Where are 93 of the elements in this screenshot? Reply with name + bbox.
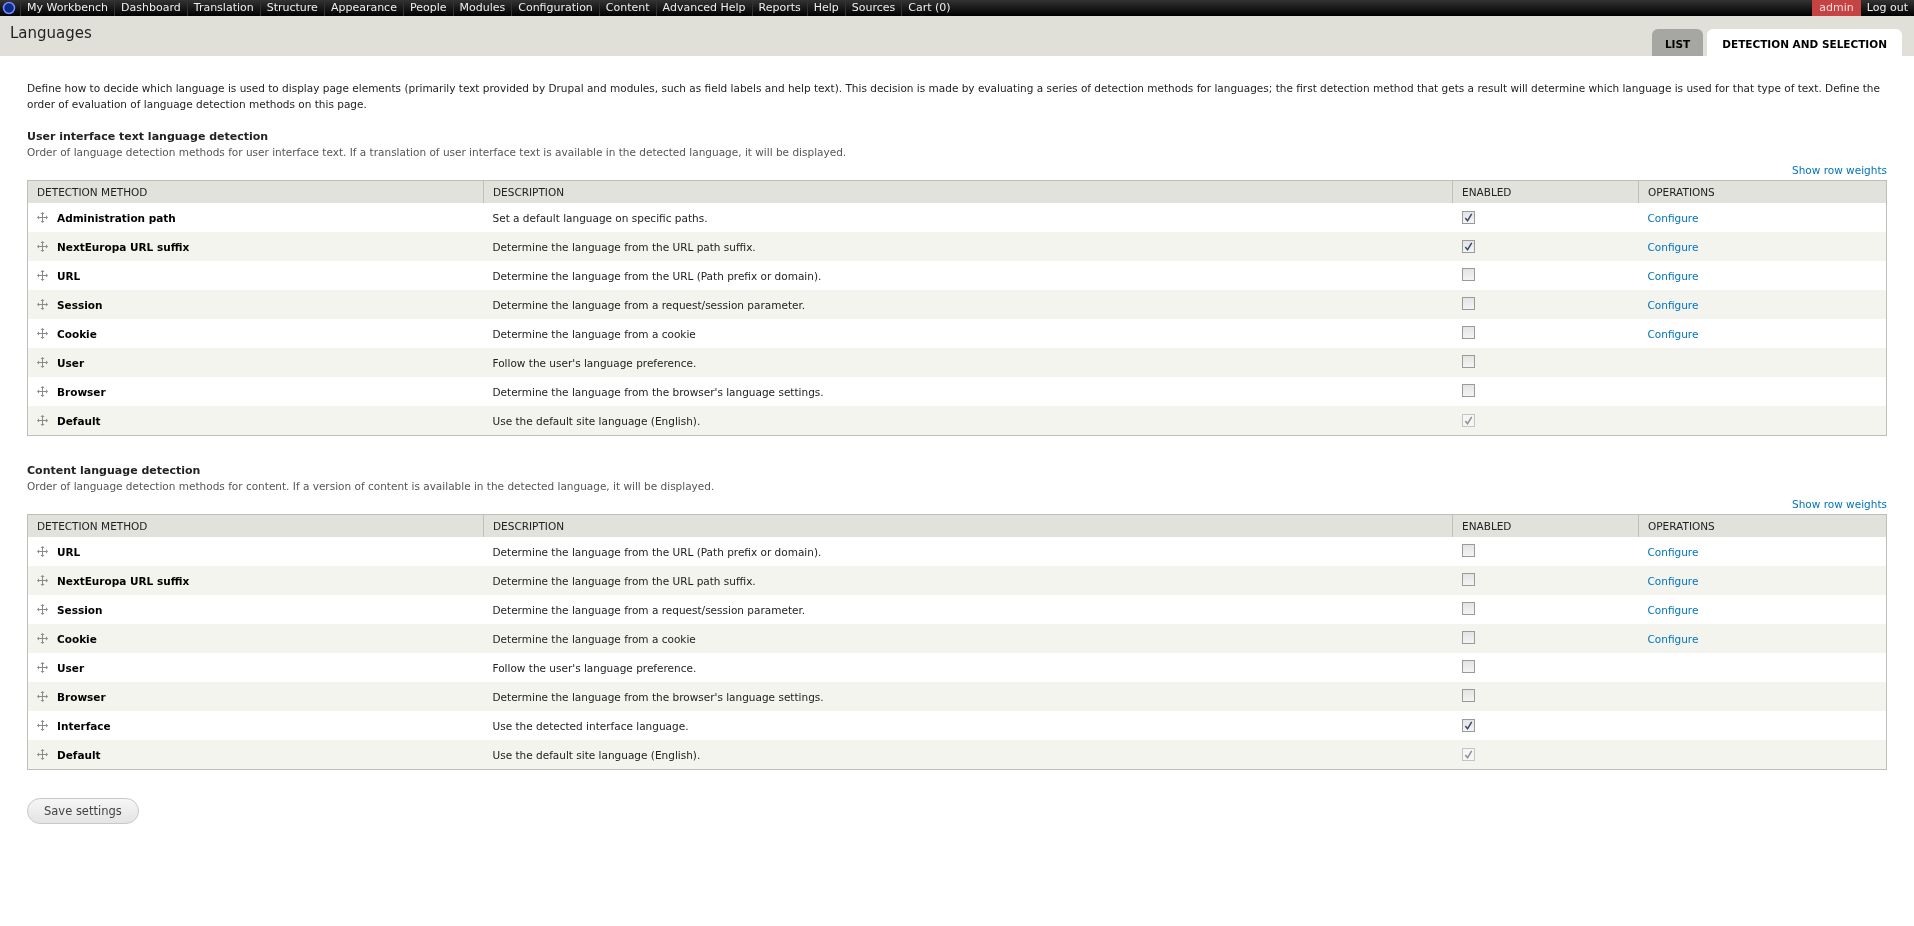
- drag-handle-icon[interactable]: [37, 270, 48, 281]
- method-description: Use the detected interface language.: [492, 719, 689, 732]
- configure-link[interactable]: Configure: [1647, 603, 1699, 616]
- method-description: Determine the language from the URL (Path prefix or domain).: [492, 545, 822, 558]
- drag-handle-icon[interactable]: [37, 691, 48, 702]
- enabled-checkbox[interactable]: [1461, 573, 1475, 586]
- configure-link[interactable]: Configure: [1647, 574, 1699, 587]
- method-name: NextEuropa URL suffix: [57, 240, 190, 253]
- user-link[interactable]: admin: [1812, 0, 1861, 16]
- drag-handle-icon[interactable]: [37, 299, 48, 310]
- drag-handle-icon[interactable]: [37, 546, 48, 557]
- drag-handle-icon[interactable]: [37, 749, 48, 760]
- method-name: Browser: [57, 385, 106, 398]
- method-name: User: [57, 356, 85, 369]
- enabled-checkbox[interactable]: [1461, 239, 1475, 253]
- drag-handle-icon[interactable]: [37, 386, 48, 397]
- enabled-checkbox[interactable]: [1461, 689, 1475, 702]
- method-name: Default: [57, 414, 101, 427]
- enabled-checkbox[interactable]: [1461, 602, 1475, 615]
- column-header: OPERATIONS: [1638, 180, 1887, 203]
- drag-handle-icon[interactable]: [37, 604, 48, 615]
- method-description: Follow the user's language preference.: [492, 356, 697, 369]
- drag-handle-icon[interactable]: [37, 212, 48, 223]
- drag-handle-icon[interactable]: [37, 357, 48, 368]
- enabled-checkbox[interactable]: [1461, 355, 1475, 368]
- method-name: URL: [57, 545, 81, 558]
- intro-text: Define how to decide which language is used to display page elements (primarily text provided by Drupal and modules, such as field labels and help text). This decision is made by evaluating a series of detection methods for languages; the first detection method that gets a result will determine which language is used for that type of text. Define the order of evaluation of language detection methods on this page.: [27, 81, 1881, 112]
- show-row-weights-link[interactable]: Show row weights: [1792, 498, 1887, 510]
- save-settings-button[interactable]: Save settings: [27, 798, 139, 824]
- method-name: Browser: [57, 690, 106, 703]
- enabled-checkbox[interactable]: [1461, 210, 1475, 224]
- drag-handle-icon[interactable]: [37, 575, 48, 586]
- method-description: Use the default site language (English).: [492, 414, 701, 427]
- drag-handle-icon[interactable]: [37, 662, 48, 673]
- drag-handle-icon[interactable]: [37, 633, 48, 644]
- column-header: DETECTION METHOD: [27, 514, 484, 537]
- configure-link[interactable]: Configure: [1647, 211, 1699, 224]
- configure-link[interactable]: Configure: [1647, 545, 1699, 558]
- drag-handle-icon[interactable]: [37, 720, 48, 731]
- method-name: Cookie: [57, 632, 97, 645]
- enabled-checkbox[interactable]: [1461, 718, 1475, 732]
- method-name: Cookie: [57, 327, 97, 340]
- column-header: OPERATIONS: [1638, 514, 1887, 537]
- method-description: Determine the language from the browser's language settings.: [492, 385, 824, 398]
- method-description: Determine the language from a request/session parameter.: [492, 603, 806, 616]
- method-name: User: [57, 661, 85, 674]
- enabled-checkbox[interactable]: [1461, 631, 1475, 644]
- method-description: Determine the language from a request/session parameter.: [492, 298, 806, 311]
- method-description: Determine the language from a cookie: [492, 632, 696, 645]
- method-description: Determine the language from the URL path suffix.: [492, 240, 756, 253]
- section-title: Content language detection: [27, 464, 202, 477]
- column-header: DESCRIPTION: [483, 514, 1453, 537]
- logout-link[interactable]: Log out: [1860, 0, 1914, 16]
- method-name: Session: [57, 603, 103, 616]
- home-icon[interactable]: [2, 1, 16, 15]
- configure-link[interactable]: Configure: [1647, 298, 1699, 311]
- configure-link[interactable]: Configure: [1647, 632, 1699, 645]
- show-row-weights-link[interactable]: Show row weights: [1792, 164, 1887, 176]
- configure-link[interactable]: Configure: [1647, 240, 1699, 253]
- configure-link[interactable]: Configure: [1647, 269, 1699, 282]
- section-title: User interface text language detection: [27, 130, 270, 143]
- method-name: URL: [57, 269, 81, 282]
- method-name: Default: [57, 748, 101, 761]
- page-title: Languages: [10, 24, 92, 42]
- enabled-checkbox[interactable]: [1461, 326, 1475, 339]
- method-description: Determine the language from the URL path suffix.: [492, 574, 756, 587]
- method-description: Determine the language from the URL (Path prefix or domain).: [492, 269, 822, 282]
- method-description: Use the default site language (English).: [492, 748, 701, 761]
- tab[interactable]: LIST: [1651, 29, 1704, 56]
- tab[interactable]: DETECTION AND SELECTION: [1707, 29, 1902, 56]
- enabled-checkbox[interactable]: [1461, 297, 1475, 310]
- method-description: Set a default language on specific paths.: [492, 211, 708, 224]
- method-name: Administration path: [57, 211, 176, 224]
- column-header: DESCRIPTION: [483, 180, 1453, 203]
- drag-handle-icon[interactable]: [37, 241, 48, 252]
- method-description: Determine the language from the browser's language settings.: [492, 690, 824, 703]
- method-description: Determine the language from a cookie: [492, 327, 696, 340]
- column-header: ENABLED: [1452, 180, 1639, 203]
- enabled-checkbox[interactable]: [1461, 384, 1475, 397]
- section-description: Order of language detection methods for content. If a version of content is available in the detected language, it will be displayed.: [27, 480, 716, 492]
- method-name: NextEuropa URL suffix: [57, 574, 190, 587]
- column-header: ENABLED: [1452, 514, 1639, 537]
- method-name: Session: [57, 298, 103, 311]
- section-description: Order of language detection methods for user interface text. If a translation of user interface text is available in the detected language, it will be displayed.: [27, 146, 848, 158]
- configure-link[interactable]: Configure: [1647, 327, 1699, 340]
- method-description: Follow the user's language preference.: [492, 661, 697, 674]
- column-header: DETECTION METHOD: [27, 180, 484, 203]
- drag-handle-icon[interactable]: [37, 415, 48, 426]
- enabled-checkbox[interactable]: [1461, 660, 1475, 673]
- enabled-checkbox[interactable]: [1461, 544, 1475, 557]
- enabled-checkbox[interactable]: [1461, 268, 1475, 281]
- drag-handle-icon[interactable]: [37, 328, 48, 339]
- method-name: Interface: [57, 719, 111, 732]
